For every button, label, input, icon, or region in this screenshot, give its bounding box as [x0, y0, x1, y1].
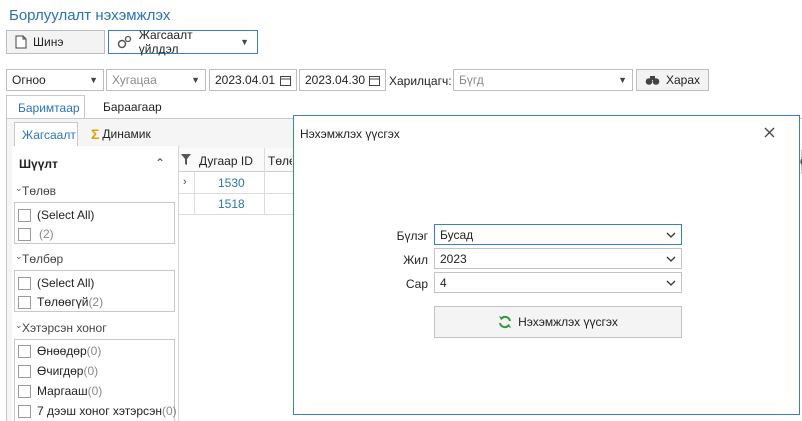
- chevron-down-icon: ▼: [618, 75, 627, 85]
- checkbox[interactable]: [18, 364, 31, 378]
- filter-item-label: (Select All): [37, 276, 95, 290]
- chevron-down-icon: [666, 256, 676, 262]
- filter-item-label: Төлөөгүй: [37, 295, 89, 309]
- list-operations-label: Жагсаалт үйлдэл: [138, 28, 193, 56]
- filter-section-payment: Төлбөр: [22, 252, 64, 266]
- group-label: Бүлэг: [396, 229, 428, 243]
- refresh-icon: [499, 315, 512, 329]
- checkbox[interactable]: [18, 384, 31, 398]
- order-by-select[interactable]: Огноо ▼: [6, 69, 104, 91]
- filter-item-label: (Select All): [37, 208, 95, 222]
- filter-item-count: (0): [161, 404, 177, 418]
- subtab-dynamic[interactable]: Σ Динамик: [91, 126, 151, 142]
- checkbox[interactable]: [18, 344, 31, 358]
- tab-documents[interactable]: Баримтаар: [6, 95, 85, 119]
- date-from-value: 2023.04.01: [215, 73, 276, 87]
- filter-item-count: (0): [83, 364, 99, 378]
- dialog-title: Нэхэмжлэх үүсгэх: [300, 127, 400, 141]
- create-invoice-label: Нэхэмжлэх үүсгэх: [518, 315, 618, 329]
- year-select[interactable]: 2023: [434, 248, 682, 269]
- checkbox[interactable]: [18, 295, 31, 309]
- customer-placeholder: Бүгд: [459, 73, 484, 87]
- customer-select[interactable]: Бүгд ▼: [453, 69, 633, 91]
- view-button[interactable]: Харах: [636, 69, 709, 91]
- chevron-down-icon: ▼: [240, 37, 249, 47]
- table-row-id[interactable]: 1530: [218, 176, 245, 190]
- close-icon[interactable]: [764, 127, 775, 138]
- filter-item-count: (2): [39, 227, 54, 241]
- filter-icon[interactable]: [181, 154, 191, 165]
- row-indicator-icon: ›: [183, 176, 187, 188]
- checkbox[interactable]: [18, 227, 31, 241]
- document-icon: [15, 35, 27, 49]
- filter-item-count: (2): [88, 295, 104, 309]
- month-label: Сар: [405, 277, 428, 291]
- period-select[interactable]: Хугацаа ▼: [106, 69, 206, 91]
- new-button-label: Шинэ: [33, 35, 64, 49]
- checkbox[interactable]: [18, 404, 31, 418]
- column-header-id[interactable]: Дугаар ID: [199, 154, 253, 168]
- chevron-down-icon: ▼: [191, 75, 200, 85]
- date-from-input[interactable]: 2023.04.01: [209, 69, 297, 91]
- year-value: 2023: [440, 251, 467, 266]
- view-button-label: Харах: [665, 73, 700, 87]
- filter-item-label: Өчигдөр: [37, 364, 84, 378]
- subtab-dynamic-label: Динамик: [102, 127, 151, 141]
- group-value: Бусад: [440, 227, 474, 242]
- date-to-input[interactable]: 2023.04.30: [299, 69, 386, 91]
- table-row-id[interactable]: 1518: [218, 197, 245, 211]
- chevron-down-icon: [666, 280, 676, 286]
- filter-item[interactable]: (2): [18, 227, 54, 241]
- checkbox[interactable]: [18, 208, 31, 222]
- filter-item-count: (0): [87, 384, 103, 398]
- tab-products[interactable]: Бараагаар: [103, 100, 162, 114]
- subtab-list[interactable]: Жагсаалт: [14, 122, 78, 146]
- checkbox[interactable]: [18, 276, 31, 290]
- filter-section-overdue: Хэтэрсэн хоног: [22, 321, 107, 335]
- year-label: Жил: [403, 253, 428, 267]
- filter-item[interactable]: Төлөөгүй (2): [18, 295, 103, 309]
- filter-item-label: Маргааш: [37, 384, 88, 398]
- chevron-down-icon: [666, 232, 676, 238]
- filter-item[interactable]: (Select All): [18, 208, 94, 222]
- filter-item-label: 7 дээш хоног хэтэрсэн: [37, 404, 162, 418]
- filter-item-label: Өнөөдөр: [37, 344, 87, 358]
- calendar-icon: [280, 75, 291, 86]
- month-value: 4: [440, 275, 447, 290]
- sigma-icon: Σ: [91, 126, 100, 142]
- date-to-value: 2023.04.30: [305, 73, 366, 87]
- column-header-status[interactable]: Төлө: [268, 154, 292, 168]
- filter-item[interactable]: Маргааш (0): [18, 384, 102, 398]
- create-invoice-button[interactable]: Нэхэмжлэх үүсгэх: [434, 306, 682, 338]
- filter-item[interactable]: (Select All): [18, 276, 94, 290]
- filter-section-status: Төлөв: [22, 184, 57, 198]
- chevron-down-icon: ▼: [89, 75, 98, 85]
- filter-item-count: (0): [86, 344, 102, 358]
- create-invoice-dialog: Нэхэмжлэх үүсгэх Бүлэг Бусад Жил 2023 Са…: [293, 115, 800, 415]
- customer-label: Харилцагч:: [389, 74, 452, 88]
- page-title: Борлуулалт нэхэмжлэх: [9, 7, 171, 24]
- subtab-list-label: Жагсаалт: [22, 128, 76, 142]
- calendar-icon: [369, 75, 380, 86]
- collapse-icon[interactable]: ⌃: [155, 156, 165, 170]
- new-button[interactable]: Шинэ: [6, 30, 105, 54]
- gears-icon: [117, 35, 132, 49]
- period-placeholder: Хугацаа: [112, 73, 157, 87]
- filter-item[interactable]: Өнөөдөр (0): [18, 344, 101, 358]
- order-by-value: Огноо: [12, 73, 46, 87]
- list-operations-button[interactable]: Жагсаалт үйлдэл ▼: [108, 28, 258, 56]
- filter-item[interactable]: Өчигдөр (0): [18, 364, 98, 378]
- group-select[interactable]: Бусад: [434, 224, 682, 245]
- binoculars-icon: [645, 76, 660, 85]
- month-select[interactable]: 4: [434, 272, 682, 293]
- filter-item[interactable]: 7 дээш хоног хэтэрсэн (0): [18, 404, 177, 418]
- tab-documents-label: Баримтаар: [18, 101, 80, 115]
- filter-panel-title: Шүүлт: [19, 157, 58, 171]
